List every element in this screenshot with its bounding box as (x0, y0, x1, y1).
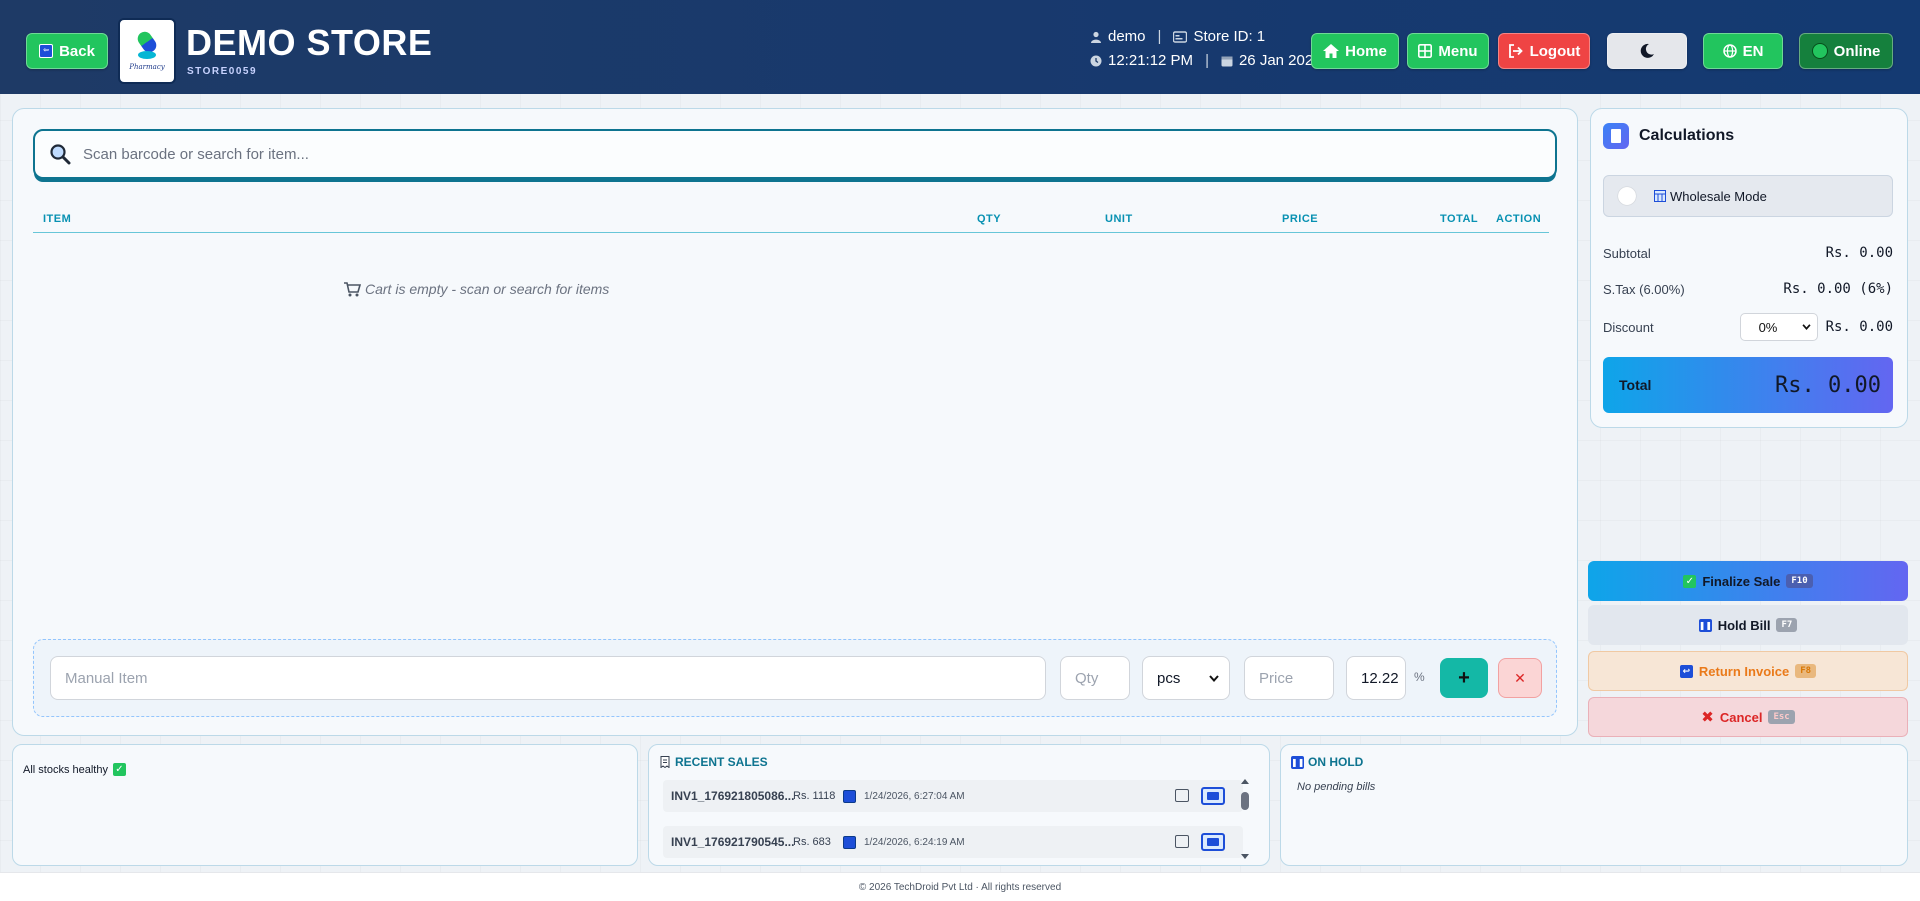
return-shortcut: F8 (1795, 664, 1817, 678)
recent-sale-row[interactable]: INV1_176921805086... Rs. 1118 1/24/2026,… (663, 780, 1243, 812)
col-price: PRICE (1282, 213, 1319, 225)
cancel-shortcut: Esc (1768, 710, 1795, 724)
language-button[interactable]: EN (1703, 33, 1783, 69)
copyright-text: © 2026 TechDroid Pvt Ltd · All rights re… (858, 881, 1062, 893)
theme-toggle-button[interactable] (1607, 33, 1687, 69)
discount-row: Discount 0% Rs. 0.00 (1603, 313, 1893, 341)
finalize-shortcut: F10 (1786, 574, 1813, 588)
return-icon: ↩ (1679, 664, 1693, 678)
refresh-icon (843, 789, 856, 803)
close-icon: ✖ (1701, 709, 1714, 726)
globe-icon (1722, 44, 1737, 58)
recent-sales-panel: RECENT SALES INV1_176921805086... Rs. 11… (648, 744, 1270, 866)
col-total: TOTAL (1440, 213, 1479, 225)
online-status-button[interactable]: Online (1799, 33, 1893, 69)
tax-value: Rs. 0.00 (6%) (1783, 281, 1893, 297)
back-icon: ⇦ (39, 44, 54, 58)
total-box: Total Rs. 0.00 (1603, 357, 1893, 413)
refresh-icon (843, 835, 856, 849)
cart-empty-message: Cart is empty - scan or search for items (343, 281, 609, 297)
plus-icon: + (1458, 666, 1470, 689)
chevron-down-icon (1209, 674, 1219, 682)
datetime-info: 12:21:12 PM | 26 Jan 2026 (1090, 52, 1322, 69)
cart-table-header: ITEM QTY UNIT PRICE TOTAL ACTION (33, 201, 1549, 233)
col-item: ITEM (43, 213, 72, 225)
check-icon: ✓ (112, 763, 126, 776)
subtotal-value: Rs. 0.00 (1825, 245, 1893, 261)
calculations-panel: Calculations Wholesale Mode Subtotal Rs.… (1590, 108, 1908, 428)
total-value: Rs. 0.00 (1775, 372, 1881, 398)
recent-sales-scrollbar[interactable] (1240, 778, 1250, 860)
table-icon (1654, 190, 1666, 202)
col-action: ACTION (1496, 213, 1542, 225)
col-unit: UNIT (1105, 213, 1133, 225)
unit-select[interactable]: pcs (1142, 656, 1230, 700)
recent-sale-row[interactable]: INV1_176921790545... Rs. 683 1/24/2026, … (663, 826, 1243, 858)
pause-icon: ❚❚ (1291, 755, 1305, 769)
add-manual-item-button[interactable]: + (1440, 658, 1488, 698)
printer-icon[interactable] (1175, 835, 1189, 848)
clock-icon (1090, 55, 1102, 66)
calendar-icon (1221, 56, 1233, 66)
subtotal-row: Subtotal Rs. 0.00 (1603, 245, 1893, 261)
status-dot-icon (1811, 43, 1828, 59)
id-card-icon (1173, 30, 1188, 43)
discount-select[interactable]: 0% (1739, 313, 1818, 341)
moon-icon (1640, 43, 1654, 58)
manual-qty-input[interactable]: Qty (1060, 656, 1130, 700)
on-hold-title: ❚❚ ON HOLD (1291, 755, 1364, 769)
back-button[interactable]: ⇦ Back (26, 33, 108, 69)
stock-panel: All stocks healthy ✓ (12, 744, 638, 866)
on-hold-panel: ❚❚ ON HOLD No pending bills (1280, 744, 1908, 866)
menu-button[interactable]: Menu (1407, 33, 1489, 69)
manual-item-input[interactable]: Manual Item (50, 656, 1046, 700)
grid-icon (1418, 44, 1433, 58)
receipt-icon (660, 756, 670, 768)
footer: © 2026 TechDroid Pvt Ltd · All rights re… (0, 872, 1920, 901)
search-input[interactable] (83, 145, 1483, 163)
return-invoice-button[interactable]: ↩ Return Invoice F8 (1588, 651, 1908, 691)
chevron-down-icon (1801, 324, 1811, 330)
clear-manual-item-button[interactable]: ✕ (1498, 658, 1542, 698)
calculations-title: Calculations (1603, 123, 1734, 149)
manual-price-input[interactable]: Price (1244, 656, 1334, 700)
tax-row: S.Tax (6.00%) Rs. 0.00 (6%) (1603, 281, 1893, 297)
search-box[interactable] (33, 129, 1557, 179)
return-sale-icon[interactable] (1201, 787, 1225, 805)
discount-value: Rs. 0.00 (1825, 319, 1893, 335)
wholesale-mode-toggle[interactable]: Wholesale Mode (1603, 175, 1893, 217)
manual-item-row: Manual Item Qty pcs Price 12.22 % + ✕ (33, 639, 1557, 717)
search-icon (50, 144, 71, 165)
stock-status: All stocks healthy ✓ (23, 763, 126, 776)
store-name: DEMO STORE (186, 22, 433, 63)
user-info: demo | Store ID: 1 (1090, 28, 1265, 45)
store-logo: Pharmacy (118, 18, 176, 84)
hold-shortcut: F7 (1776, 618, 1798, 632)
tax-percent-input[interactable]: 12.22 (1346, 656, 1406, 700)
top-header: ⇦ Back Pharmacy DEMO STORE STORE0059 dem… (0, 0, 1920, 94)
printer-icon[interactable] (1175, 789, 1189, 802)
cart-panel: ITEM QTY UNIT PRICE TOTAL ACTION Cart is… (12, 108, 1578, 736)
home-icon (1323, 44, 1340, 58)
close-icon: ✕ (1514, 669, 1526, 686)
tax-percent-suffix: % (1414, 670, 1425, 684)
toggle-switch[interactable] (1618, 187, 1636, 205)
pill-logo-icon (136, 31, 158, 61)
logout-button[interactable]: Logout (1498, 33, 1590, 69)
home-button[interactable]: Home (1311, 33, 1399, 69)
user-icon (1091, 31, 1101, 43)
recent-sales-title: RECENT SALES (659, 755, 768, 769)
cancel-button[interactable]: ✖ Cancel Esc (1588, 697, 1908, 737)
logout-icon (1508, 44, 1523, 58)
check-icon: ✓ (1683, 574, 1697, 588)
on-hold-empty-message: No pending bills (1297, 781, 1376, 793)
finalize-sale-button[interactable]: ✓ Finalize Sale F10 (1588, 561, 1908, 601)
hold-bill-button[interactable]: ❚❚ Hold Bill F7 (1588, 605, 1908, 645)
pause-icon: ❚❚ (1698, 618, 1713, 632)
calculator-icon (1603, 123, 1629, 149)
col-qty: QTY (977, 213, 1002, 225)
return-sale-icon[interactable] (1201, 833, 1225, 851)
store-code: STORE0059 (187, 66, 258, 77)
cart-icon (344, 282, 361, 297)
